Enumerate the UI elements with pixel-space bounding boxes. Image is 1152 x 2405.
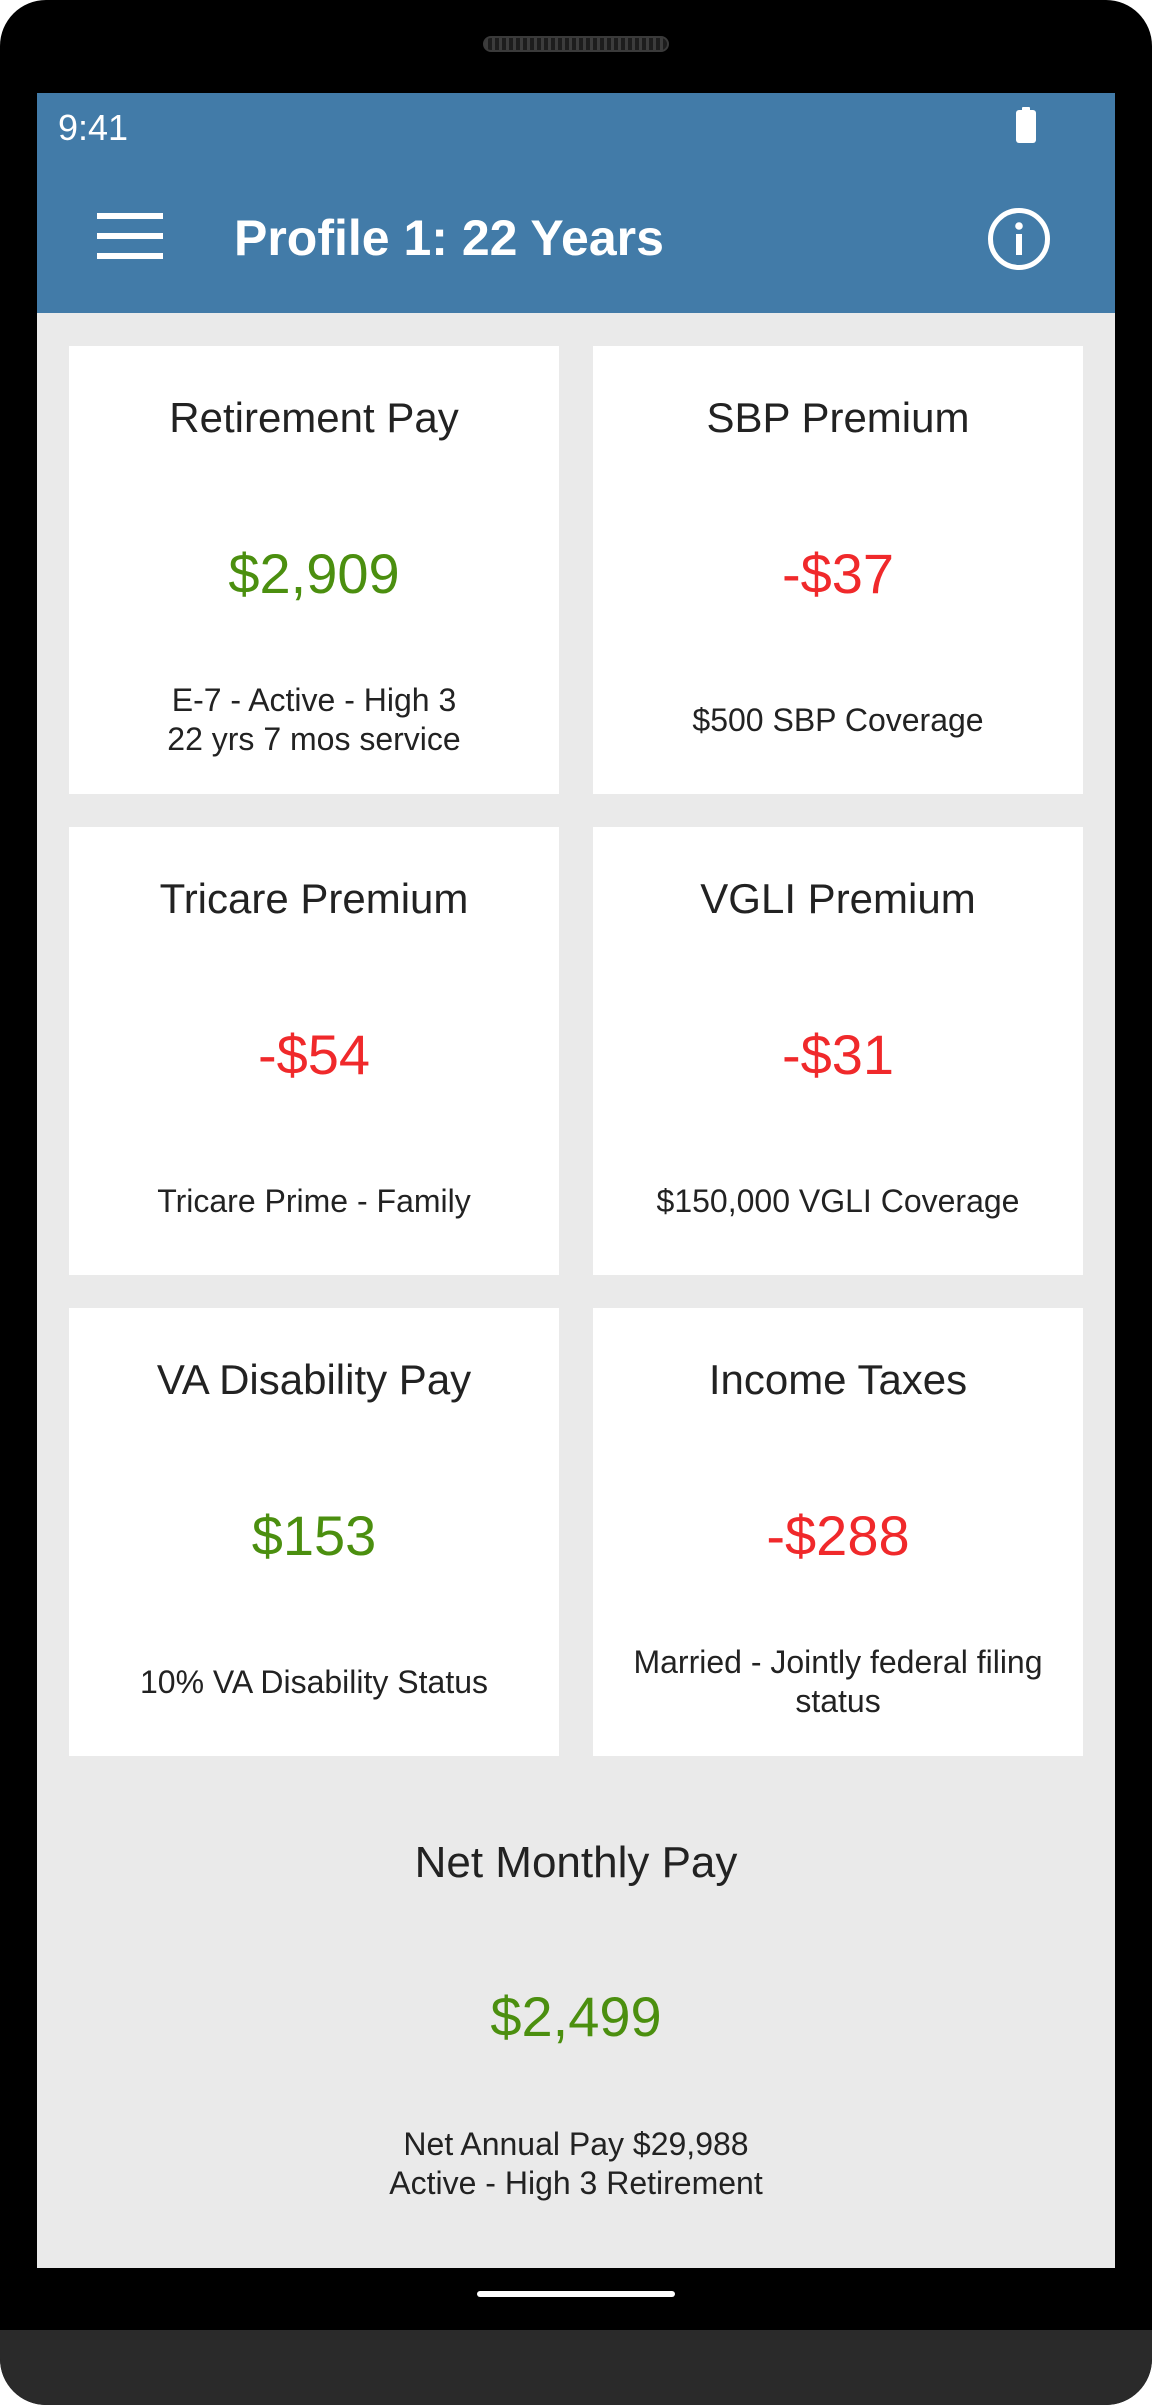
- net-monthly-pay-value: $2,499: [490, 1985, 662, 2048]
- card-title: VGLI Premium: [700, 875, 976, 922]
- vgli-premium-card[interactable]: VGLI Premium -$31 $150,000 VGLI Coverage: [593, 827, 1083, 1275]
- card-value: $2,909: [228, 542, 400, 605]
- card-title: Income Taxes: [708, 1356, 968, 1403]
- hamburger-menu-icon[interactable]: [97, 213, 163, 259]
- speaker-grille: [483, 36, 669, 52]
- page-title: Profile 1: 22 Years: [234, 210, 664, 266]
- card-subtitle: Tricare Prime - Family: [89, 1182, 539, 1221]
- net-pay-details: Net Annual Pay $29,988 Active - High 3 R…: [37, 2125, 1115, 2203]
- card-subtitle-line: Married - Jointly federal filing: [633, 1644, 1043, 1680]
- card-value: -$54: [257, 1023, 371, 1086]
- tricare-premium-card[interactable]: Tricare Premium -$54 Tricare Prime - Fam…: [69, 827, 559, 1275]
- net-annual-pay: Net Annual Pay $29,988: [403, 2126, 749, 2162]
- card-subtitle: $150,000 VGLI Coverage: [613, 1182, 1063, 1221]
- status-time: 9:41: [58, 107, 129, 148]
- card-subtitle-line: 22 yrs 7 mos service: [167, 721, 461, 757]
- app-bar: 9:41 Profile 1: 22 Years: [37, 93, 1115, 313]
- device-chin: [0, 2330, 1152, 2405]
- va-disability-pay-card[interactable]: VA Disability Pay $153 10% VA Disability…: [69, 1308, 559, 1756]
- card-title: VA Disability Pay: [156, 1356, 472, 1403]
- info-icon[interactable]: [987, 207, 1051, 271]
- card-subtitle: Married - Jointly federal filing status: [613, 1643, 1063, 1721]
- card-value: -$37: [781, 542, 895, 605]
- battery-icon: [1016, 107, 1036, 143]
- card-value: -$31: [781, 1023, 895, 1086]
- card-subtitle-line: E-7 - Active - High 3: [171, 682, 457, 718]
- retirement-pay-card[interactable]: Retirement Pay $2,909 E-7 - Active - Hig…: [69, 346, 559, 794]
- card-subtitle: 10% VA Disability Status: [89, 1663, 539, 1702]
- card-subtitle-line: $150,000 VGLI Coverage: [656, 1183, 1020, 1219]
- card-subtitle: $500 SBP Coverage: [613, 701, 1063, 740]
- device-frame: 9:41 Profile 1: 22 Years Retirement Pay …: [0, 0, 1152, 2405]
- card-subtitle-line: Tricare Prime - Family: [157, 1183, 471, 1219]
- card-value: $153: [251, 1504, 377, 1567]
- card-title: Retirement Pay: [169, 394, 459, 441]
- card-subtitle-line: status: [795, 1683, 881, 1719]
- app-screen: 9:41 Profile 1: 22 Years Retirement Pay …: [37, 93, 1115, 2268]
- card-title: Tricare Premium: [159, 875, 469, 922]
- card-subtitle-line: $500 SBP Coverage: [692, 702, 984, 738]
- card-subtitle-line: 10% VA Disability Status: [139, 1664, 488, 1700]
- net-monthly-pay-title: Net Monthly Pay: [414, 1838, 738, 1887]
- income-taxes-card[interactable]: Income Taxes -$288 Married - Jointly fed…: [593, 1308, 1083, 1756]
- sbp-premium-card[interactable]: SBP Premium -$37 $500 SBP Coverage: [593, 346, 1083, 794]
- card-subtitle: E-7 - Active - High 3 22 yrs 7 mos servi…: [89, 681, 539, 759]
- card-title: SBP Premium: [706, 394, 970, 441]
- retirement-plan: Active - High 3 Retirement: [389, 2165, 763, 2201]
- home-indicator[interactable]: [477, 2291, 675, 2297]
- card-value: -$288: [766, 1504, 910, 1567]
